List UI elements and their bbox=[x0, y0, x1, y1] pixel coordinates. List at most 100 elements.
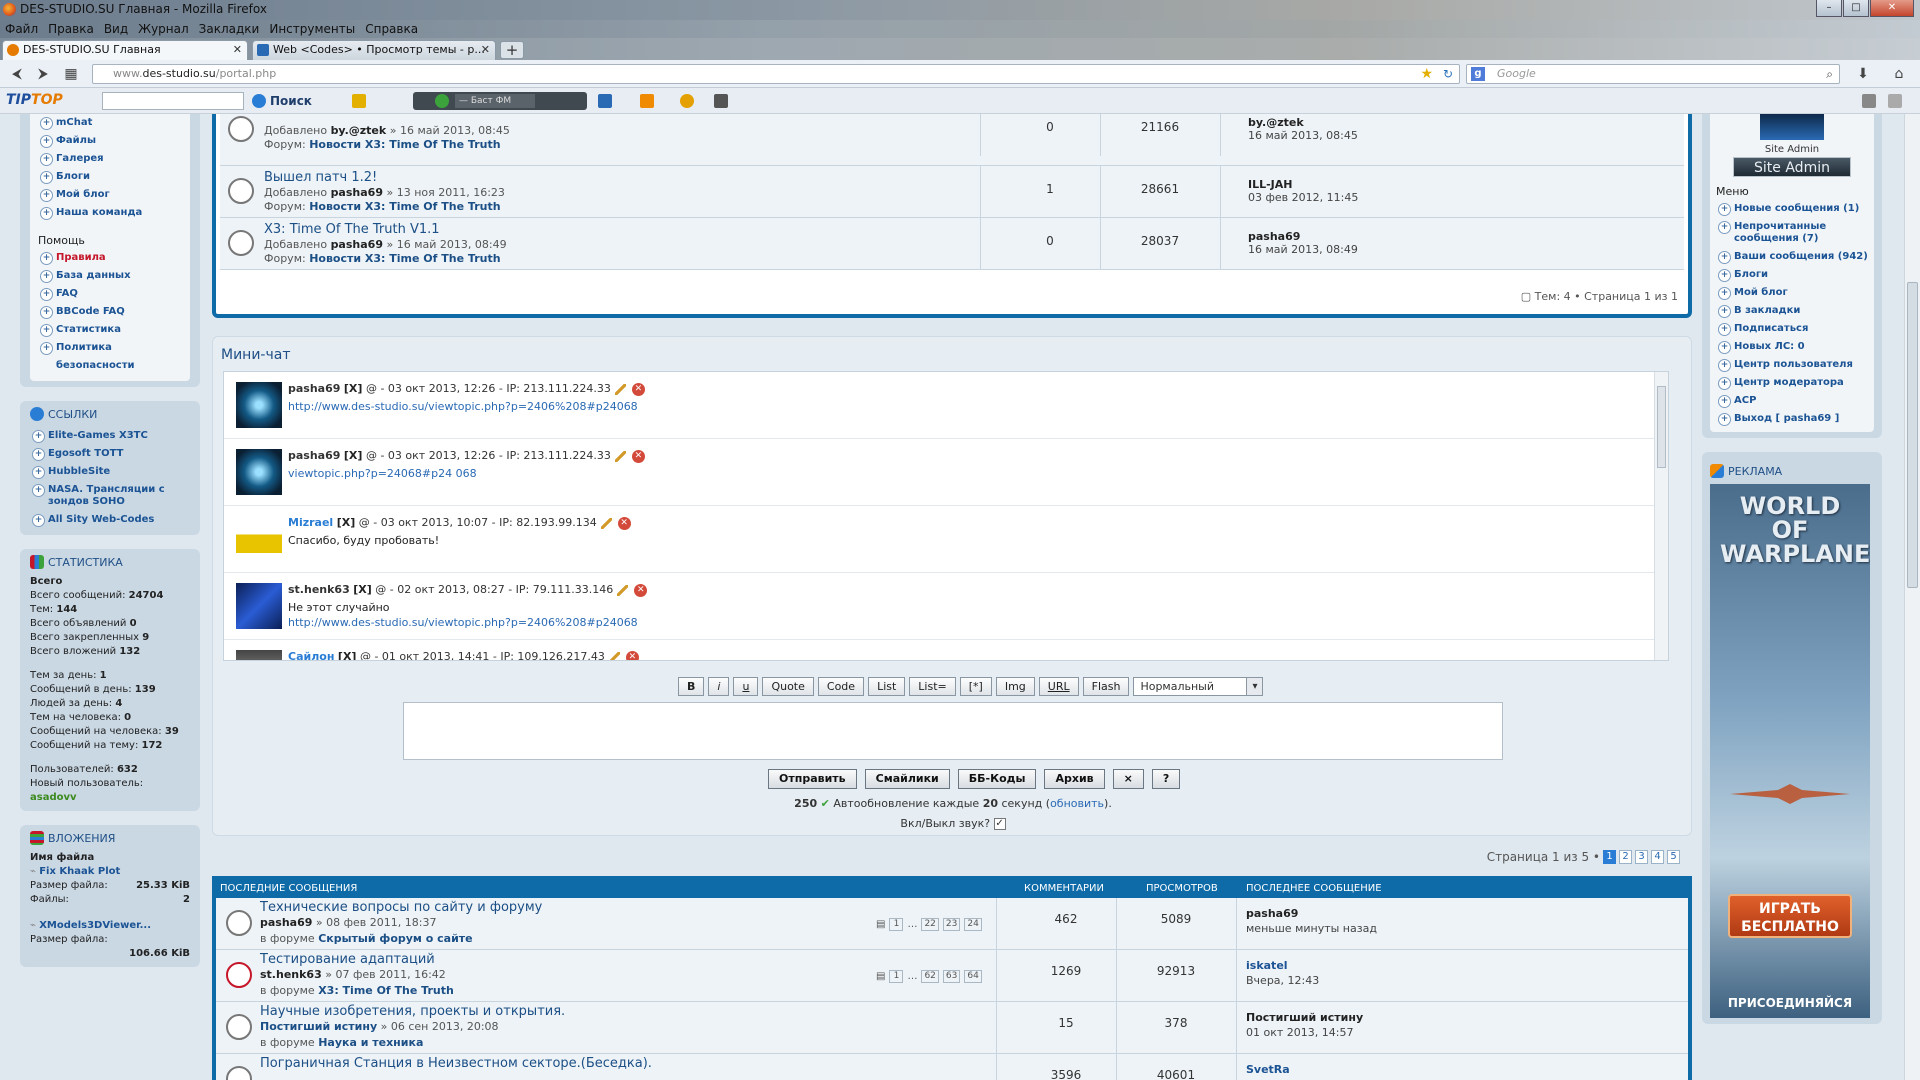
link-hubblesite[interactable]: HubbleSite bbox=[30, 463, 190, 481]
link-mchat[interactable]: mChat bbox=[38, 114, 182, 132]
link-bbcode-faq[interactable]: BBCode FAQ bbox=[38, 303, 182, 321]
edit-icon[interactable] bbox=[614, 383, 626, 395]
chat-delete-link[interactable]: [X] bbox=[337, 516, 356, 529]
user-menu-item[interactable]: Центр модератора bbox=[1716, 374, 1868, 392]
link-egosoft[interactable]: Egosoft TOTT bbox=[30, 445, 190, 463]
page-3-button[interactable]: 3 bbox=[1635, 850, 1648, 864]
last-post-user[interactable]: SvetRa bbox=[1246, 1063, 1290, 1076]
topic-title[interactable]: Вышел патч 1.2! bbox=[264, 170, 377, 185]
bb-quote-button[interactable]: Quote bbox=[762, 677, 814, 696]
vk-icon[interactable] bbox=[598, 94, 612, 108]
toolbar-search-input[interactable] bbox=[102, 92, 244, 110]
last-post-user[interactable]: ILL-JAH bbox=[1248, 178, 1293, 191]
google-icon[interactable]: g bbox=[1471, 67, 1485, 81]
bb-underline-button[interactable]: u bbox=[733, 677, 759, 696]
tab-web-codes[interactable]: Web <Codes> • Просмотр темы - р... ✕ bbox=[252, 40, 496, 60]
topic-title[interactable]: Технические вопросы по сайту и форуму bbox=[260, 900, 542, 915]
new-tab-button[interactable]: + bbox=[500, 41, 524, 59]
link-privacy[interactable]: Политика безопасности bbox=[38, 339, 182, 375]
bb-list-ordered-button[interactable]: List= bbox=[909, 677, 956, 696]
page-scrollbar-thumb[interactable] bbox=[1907, 282, 1918, 588]
bb-flash-button[interactable]: Flash bbox=[1082, 677, 1130, 696]
latest-post-row[interactable]: Пограничная Станция в Неизвестном сектор… bbox=[216, 1054, 1688, 1080]
link-nasa-soho[interactable]: NASA. Трансляции с зондов SOHO bbox=[30, 481, 190, 511]
toolbar-search-button[interactable]: Поиск bbox=[250, 92, 312, 110]
link-team[interactable]: Наша команда bbox=[38, 204, 182, 222]
sound-checkbox[interactable]: ✓ bbox=[993, 818, 1006, 830]
topic-page-link[interactable]: 22 bbox=[921, 918, 939, 931]
topic-row[interactable]: Вышел патч 1.2! Добавлено pasha69 » 13 но… bbox=[220, 166, 1684, 218]
link-database[interactable]: База данных bbox=[38, 267, 182, 285]
avatar[interactable] bbox=[236, 516, 282, 562]
topic-author[interactable]: Постигший истину bbox=[260, 1020, 377, 1033]
link-statistics[interactable]: Статистика bbox=[38, 321, 182, 339]
topic-row[interactable]: X3: Time Of The Truth V1.1 Добавлено pash… bbox=[220, 218, 1684, 270]
user-menu-item[interactable]: Выход [ pasha69 ] bbox=[1716, 410, 1868, 428]
add-icon[interactable] bbox=[1888, 94, 1902, 108]
maximize-button[interactable]: □ bbox=[1843, 0, 1869, 17]
topic-forum[interactable]: Скрытый форум о сайте bbox=[318, 932, 472, 945]
topic-forum[interactable]: Наука и техника bbox=[318, 1036, 423, 1049]
last-post-user[interactable]: iskatel bbox=[1246, 959, 1288, 972]
link-all-sity[interactable]: All Sity Web-Codes bbox=[30, 511, 190, 529]
minimize-button[interactable]: – bbox=[1816, 0, 1842, 17]
bb-italic-button[interactable]: i bbox=[708, 677, 730, 696]
search-bar[interactable]: g Google ⌕ bbox=[1466, 64, 1840, 84]
chat-scrollbar-thumb[interactable] bbox=[1657, 386, 1666, 468]
topic-page-link[interactable]: 62 bbox=[921, 970, 939, 983]
chat-message-input[interactable] bbox=[403, 702, 1503, 760]
font-size-select[interactable]: Нормальный bbox=[1133, 677, 1264, 696]
topic-page-link[interactable]: 1 bbox=[889, 918, 904, 931]
menu-history[interactable]: Журнал bbox=[133, 20, 194, 38]
last-post-user[interactable]: pasha69 bbox=[1248, 230, 1300, 243]
help-button[interactable]: ? bbox=[1151, 769, 1181, 789]
topic-author[interactable]: pasha69 bbox=[260, 916, 312, 929]
chat-username[interactable]: Сайлон bbox=[288, 650, 334, 660]
bb-img-button[interactable]: Img bbox=[995, 677, 1035, 696]
link-rules[interactable]: Правила bbox=[38, 249, 182, 267]
chat-message-text[interactable]: viewtopic.php?p=24068#p24 068 bbox=[288, 467, 477, 480]
user-menu-item[interactable]: Непрочитанные сообщения (7) bbox=[1716, 218, 1868, 248]
menu-file[interactable]: Файл bbox=[0, 20, 43, 38]
ad-banner[interactable]: WORLD OF WARPLANES ИГРАТЬ БЕСПЛАТНО ПРИС… bbox=[1710, 484, 1870, 1018]
bb-bold-button[interactable]: B bbox=[678, 677, 705, 696]
user-menu-item[interactable]: Ваши сообщения (942) bbox=[1716, 248, 1868, 266]
close-tab-icon[interactable]: ✕ bbox=[233, 41, 242, 59]
chat-message-text[interactable]: http://www.des-studio.su/viewtopic.php?p… bbox=[288, 400, 638, 413]
last-post-user[interactable]: Постигший истину bbox=[1246, 1011, 1363, 1024]
chat-scrollbar[interactable] bbox=[1654, 372, 1668, 660]
refresh-link[interactable]: обновить bbox=[1050, 797, 1104, 810]
latest-post-row[interactable]: Технические вопросы по сайту и форуму pas… bbox=[216, 898, 1688, 950]
link-faq[interactable]: FAQ bbox=[38, 285, 182, 303]
topic-page-link[interactable]: 64 bbox=[964, 970, 982, 983]
topic-row[interactable]: Добавлено by.@ztek » 16 май 2013, 08:45 Ф… bbox=[220, 114, 1684, 166]
user-menu-item[interactable]: Центр пользователя bbox=[1716, 356, 1868, 374]
chat-username[interactable]: pasha69 bbox=[288, 382, 340, 395]
odnoklassniki-icon[interactable] bbox=[640, 94, 654, 108]
edit-icon[interactable] bbox=[617, 584, 629, 596]
menu-help[interactable]: Справка bbox=[360, 20, 423, 38]
tab-des-studio[interactable]: DES-STUDIO.SU Главная ✕ bbox=[2, 40, 248, 60]
bookmark-star-icon[interactable]: ★ bbox=[1420, 65, 1433, 83]
avatar[interactable] bbox=[236, 583, 282, 629]
address-bar[interactable]: www.des-studio.su/portal.php ★ ↻ bbox=[92, 64, 1460, 84]
topic-author[interactable]: st.henk63 bbox=[260, 968, 322, 981]
bb-code-button[interactable]: Code bbox=[817, 677, 865, 696]
topic-title[interactable]: Пограничная Станция в Неизвестном сектор… bbox=[260, 1056, 652, 1071]
chat-username[interactable]: Mizrael bbox=[288, 516, 333, 529]
play-icon[interactable] bbox=[435, 94, 449, 108]
delete-icon[interactable]: ✕ bbox=[634, 583, 648, 597]
topic-page-link[interactable]: 63 bbox=[942, 970, 961, 983]
link-files[interactable]: Файлы bbox=[38, 132, 182, 150]
page-4-button[interactable]: 4 bbox=[1651, 850, 1664, 864]
chat-username[interactable]: pasha69 bbox=[288, 449, 340, 462]
avatar[interactable] bbox=[236, 382, 282, 428]
page-scrollbar[interactable] bbox=[1904, 114, 1920, 1080]
topic-title[interactable]: Тестирование адаптаций bbox=[260, 952, 435, 967]
topic-title[interactable]: Научные изобретения, проекты и открытия. bbox=[260, 1004, 565, 1019]
edit-icon[interactable] bbox=[600, 517, 612, 529]
reload-icon[interactable]: ↻ bbox=[1443, 65, 1453, 83]
edit-icon[interactable] bbox=[614, 450, 626, 462]
sidebar-icon[interactable]: ▦ bbox=[60, 64, 82, 84]
topic-page-link[interactable]: 1 bbox=[889, 970, 904, 983]
